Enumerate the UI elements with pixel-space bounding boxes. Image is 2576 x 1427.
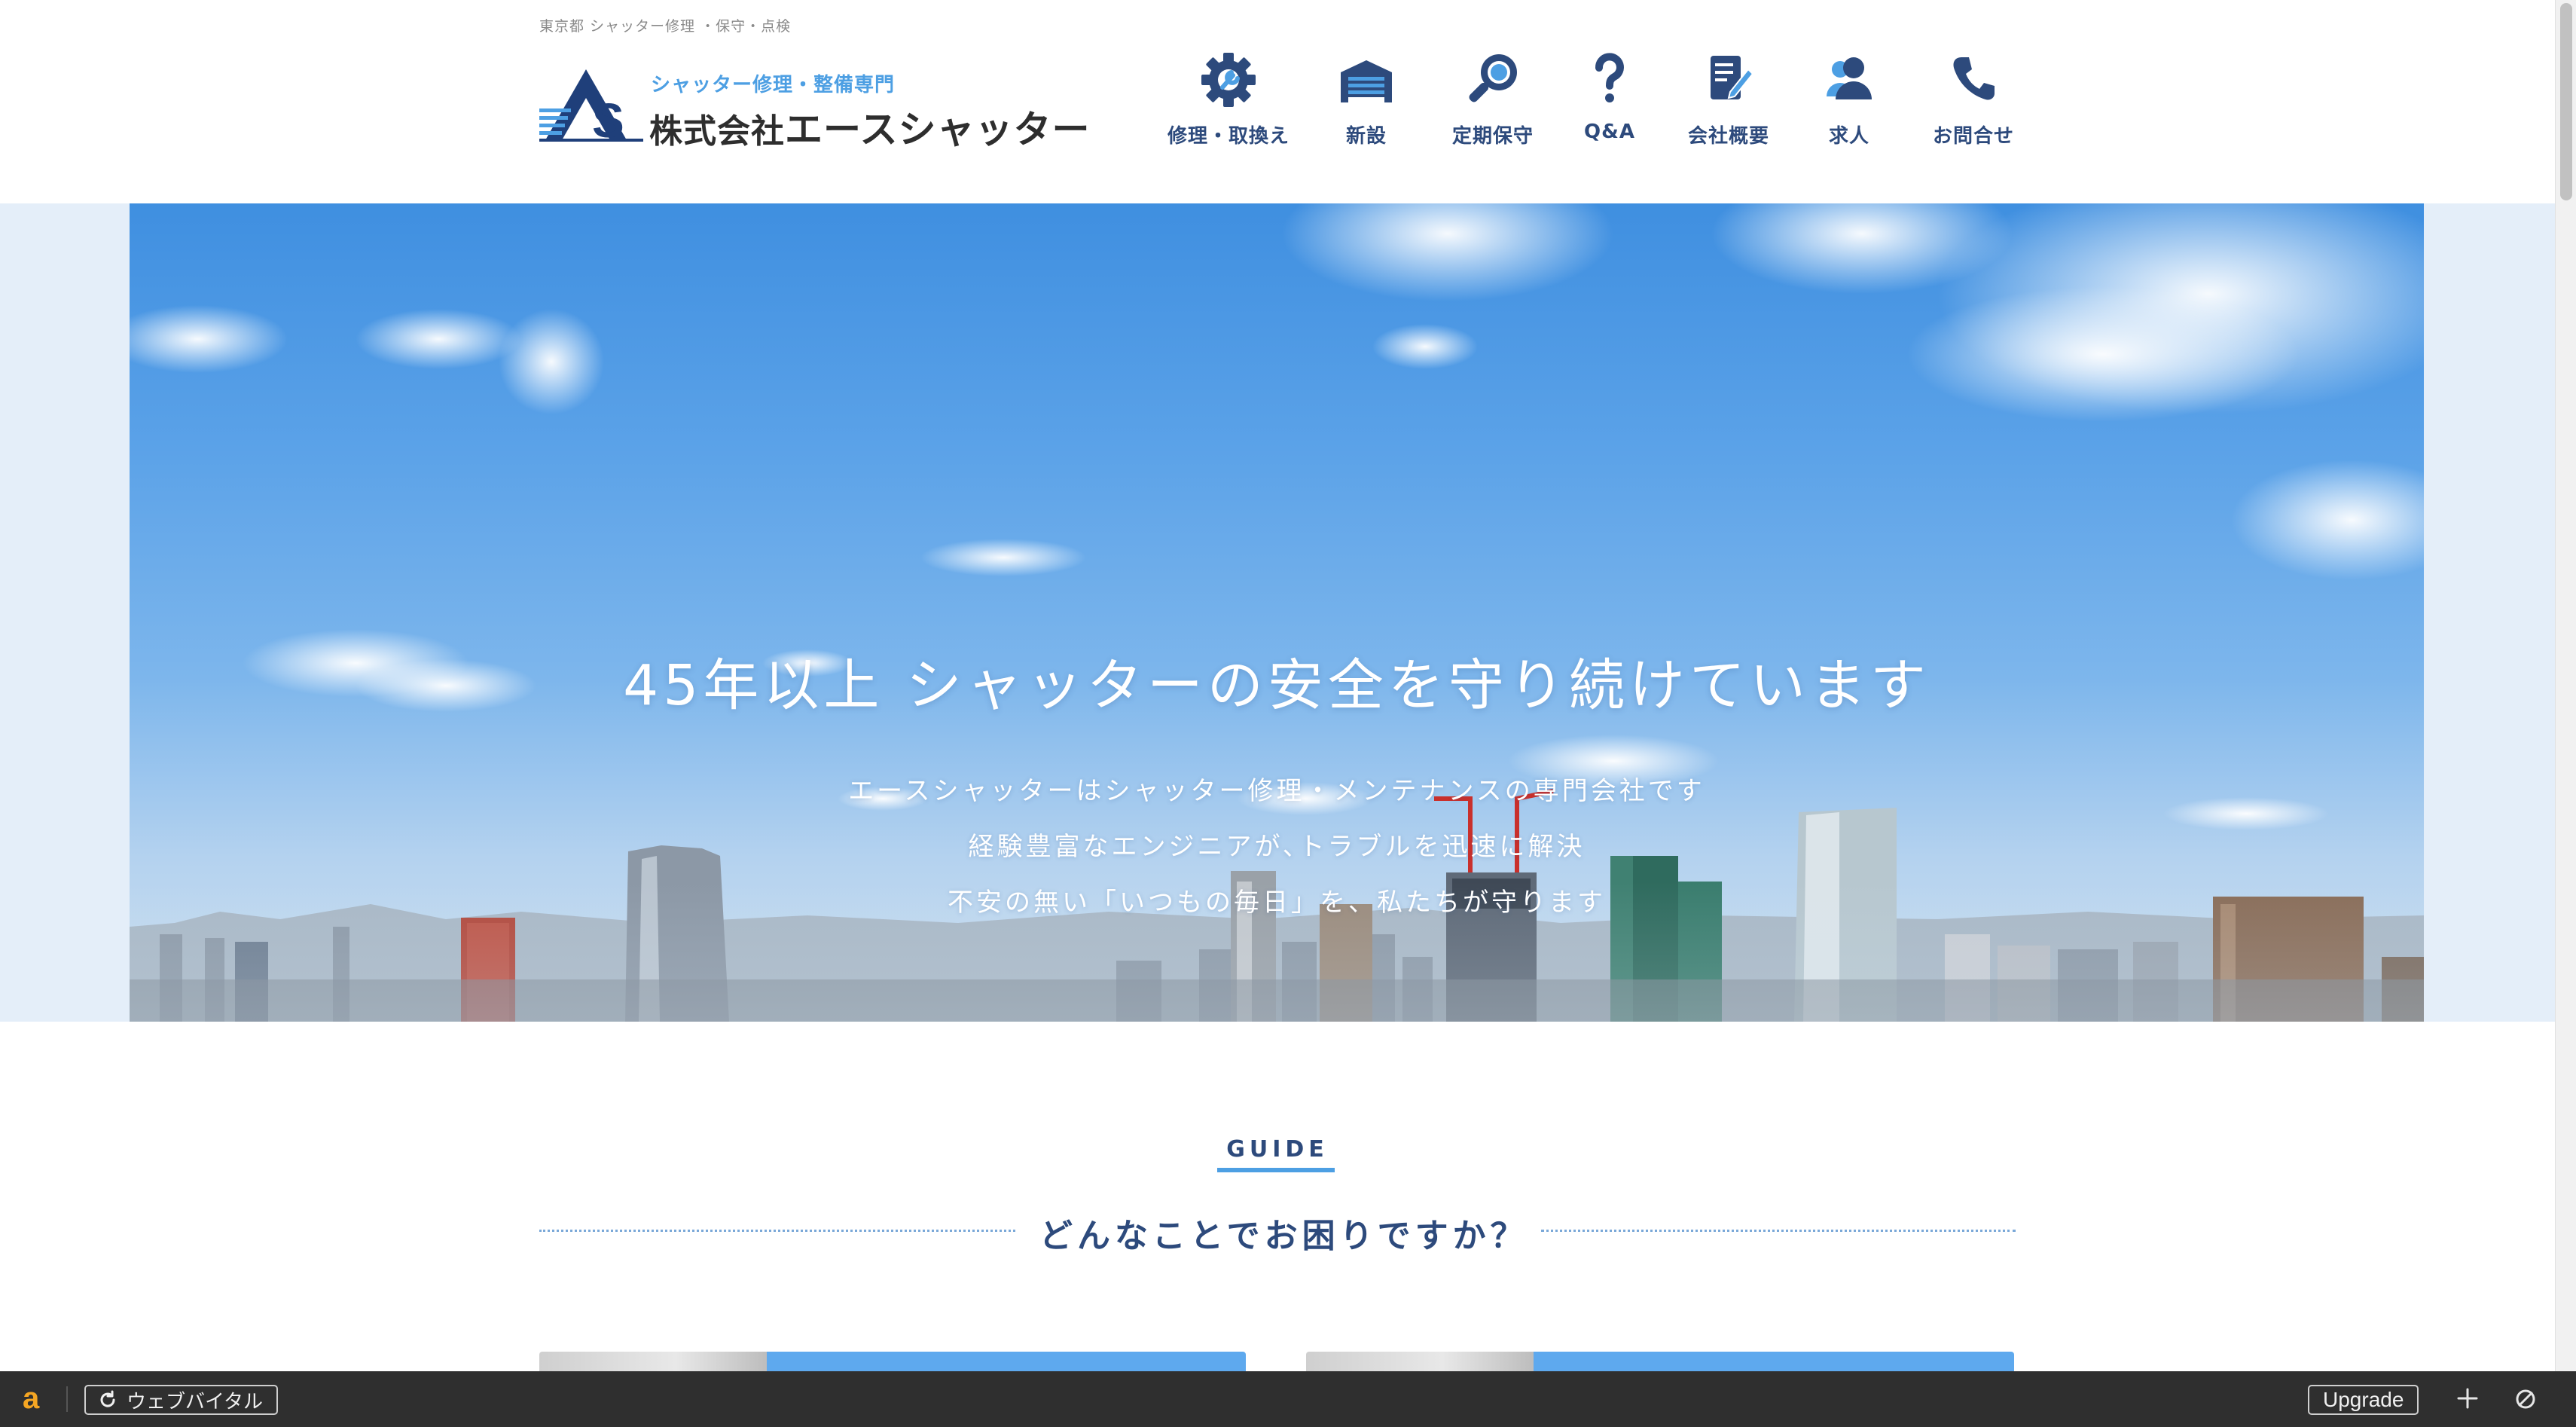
- plus-icon[interactable]: [2452, 1383, 2483, 1413]
- nav-item-contact[interactable]: お問合せ: [1907, 48, 2040, 169]
- web-vitals-label: ウェブバイタル: [127, 1390, 263, 1413]
- magnifier-icon: [1469, 54, 1517, 102]
- nav-label: Q&A: [1584, 121, 1635, 143]
- toolbar-logo-icon[interactable]: a: [23, 1382, 50, 1415]
- nav-item-company[interactable]: 会社概要: [1666, 48, 1791, 169]
- logo-subtitle: シャッター修理・整備専門: [651, 74, 896, 96]
- nav-label: 修理・取換え: [1167, 125, 1290, 148]
- logo-prefix: 株式会社: [649, 112, 785, 151]
- toolbar-divider: [66, 1386, 68, 1412]
- header-tagline: 東京都 シャッター修理 ・保守・点検: [539, 18, 792, 35]
- nav-item-new-install[interactable]: 新設: [1300, 48, 1433, 169]
- logo-name: エースシャッター: [785, 108, 1091, 151]
- phone-icon: [1953, 57, 1995, 100]
- nav-item-qa[interactable]: Q&A: [1553, 48, 1666, 169]
- nav-label: 会社概要: [1687, 125, 1769, 148]
- logo-company-name: 株式会社エースシャッター: [649, 99, 1091, 154]
- nav-label: お問合せ: [1932, 125, 2014, 148]
- dotted-divider-right: [1541, 1230, 2016, 1232]
- logo-mark-icon: S: [539, 69, 643, 142]
- nav-label: 定期保守: [1451, 125, 1534, 148]
- extension-toolbar: a ウェブバイタル Upgrade: [0, 1371, 2576, 1427]
- section-label: GUIDE: [1226, 1136, 1329, 1163]
- nav-item-maintenance[interactable]: 定期保守: [1433, 48, 1553, 169]
- question-icon: [1595, 53, 1624, 102]
- company-logo[interactable]: S シャッター修理・整備専門 株式会社エースシャッター: [539, 65, 1090, 151]
- scrollbar-thumb[interactable]: [2560, 3, 2572, 200]
- garage-shutter-icon: [1341, 60, 1392, 102]
- section-heading: どんなことでお困りですか？: [1039, 1217, 1528, 1255]
- hero-text-line: 不安の無い「いつもの毎日」を、私たちが守ります: [948, 888, 1606, 918]
- nav-item-repair[interactable]: 修理・取換え: [1157, 48, 1300, 169]
- hero-title: 45年以上 シャッターの安全を守り続けています: [623, 653, 1930, 718]
- nav-label: 求人: [1828, 125, 1869, 148]
- page: 東京都 シャッター修理 ・保守・点検 S シャッター修理・整備専門 株式会社エー…: [0, 0, 2576, 1427]
- web-vitals-button[interactable]: ウェブバイタル: [84, 1385, 278, 1415]
- dotted-divider-left: [539, 1230, 1015, 1232]
- section-label-underline: [1217, 1168, 1335, 1172]
- main-nav: 修理・取換え 新設 定期保守 Q&A 会社概要 求人 お問合せ: [1157, 48, 2040, 169]
- page-scrollbar[interactable]: [2555, 0, 2576, 1371]
- svg-text:S: S: [592, 93, 624, 142]
- hero-text-line: 経験豊富なエンジニアが､トラブルを迅速に解決: [968, 832, 1586, 862]
- gear-wrench-icon: [1201, 53, 1256, 107]
- hero-banner: 45年以上 シャッターの安全を守り続けています エースシャッターはシャッター修理…: [130, 203, 2424, 1022]
- refresh-icon: [100, 1390, 115, 1407]
- upgrade-button[interactable]: Upgrade: [2308, 1385, 2419, 1415]
- nav-item-recruit[interactable]: 求人: [1791, 48, 1907, 169]
- disable-icon[interactable]: [2511, 1385, 2540, 1413]
- document-pen-icon: [1711, 56, 1754, 99]
- nav-label: 新設: [1345, 125, 1387, 148]
- hero-text-line: エースシャッターはシャッター修理・メンテナンスの専門会社です: [848, 776, 1705, 806]
- people-icon: [1827, 57, 1872, 99]
